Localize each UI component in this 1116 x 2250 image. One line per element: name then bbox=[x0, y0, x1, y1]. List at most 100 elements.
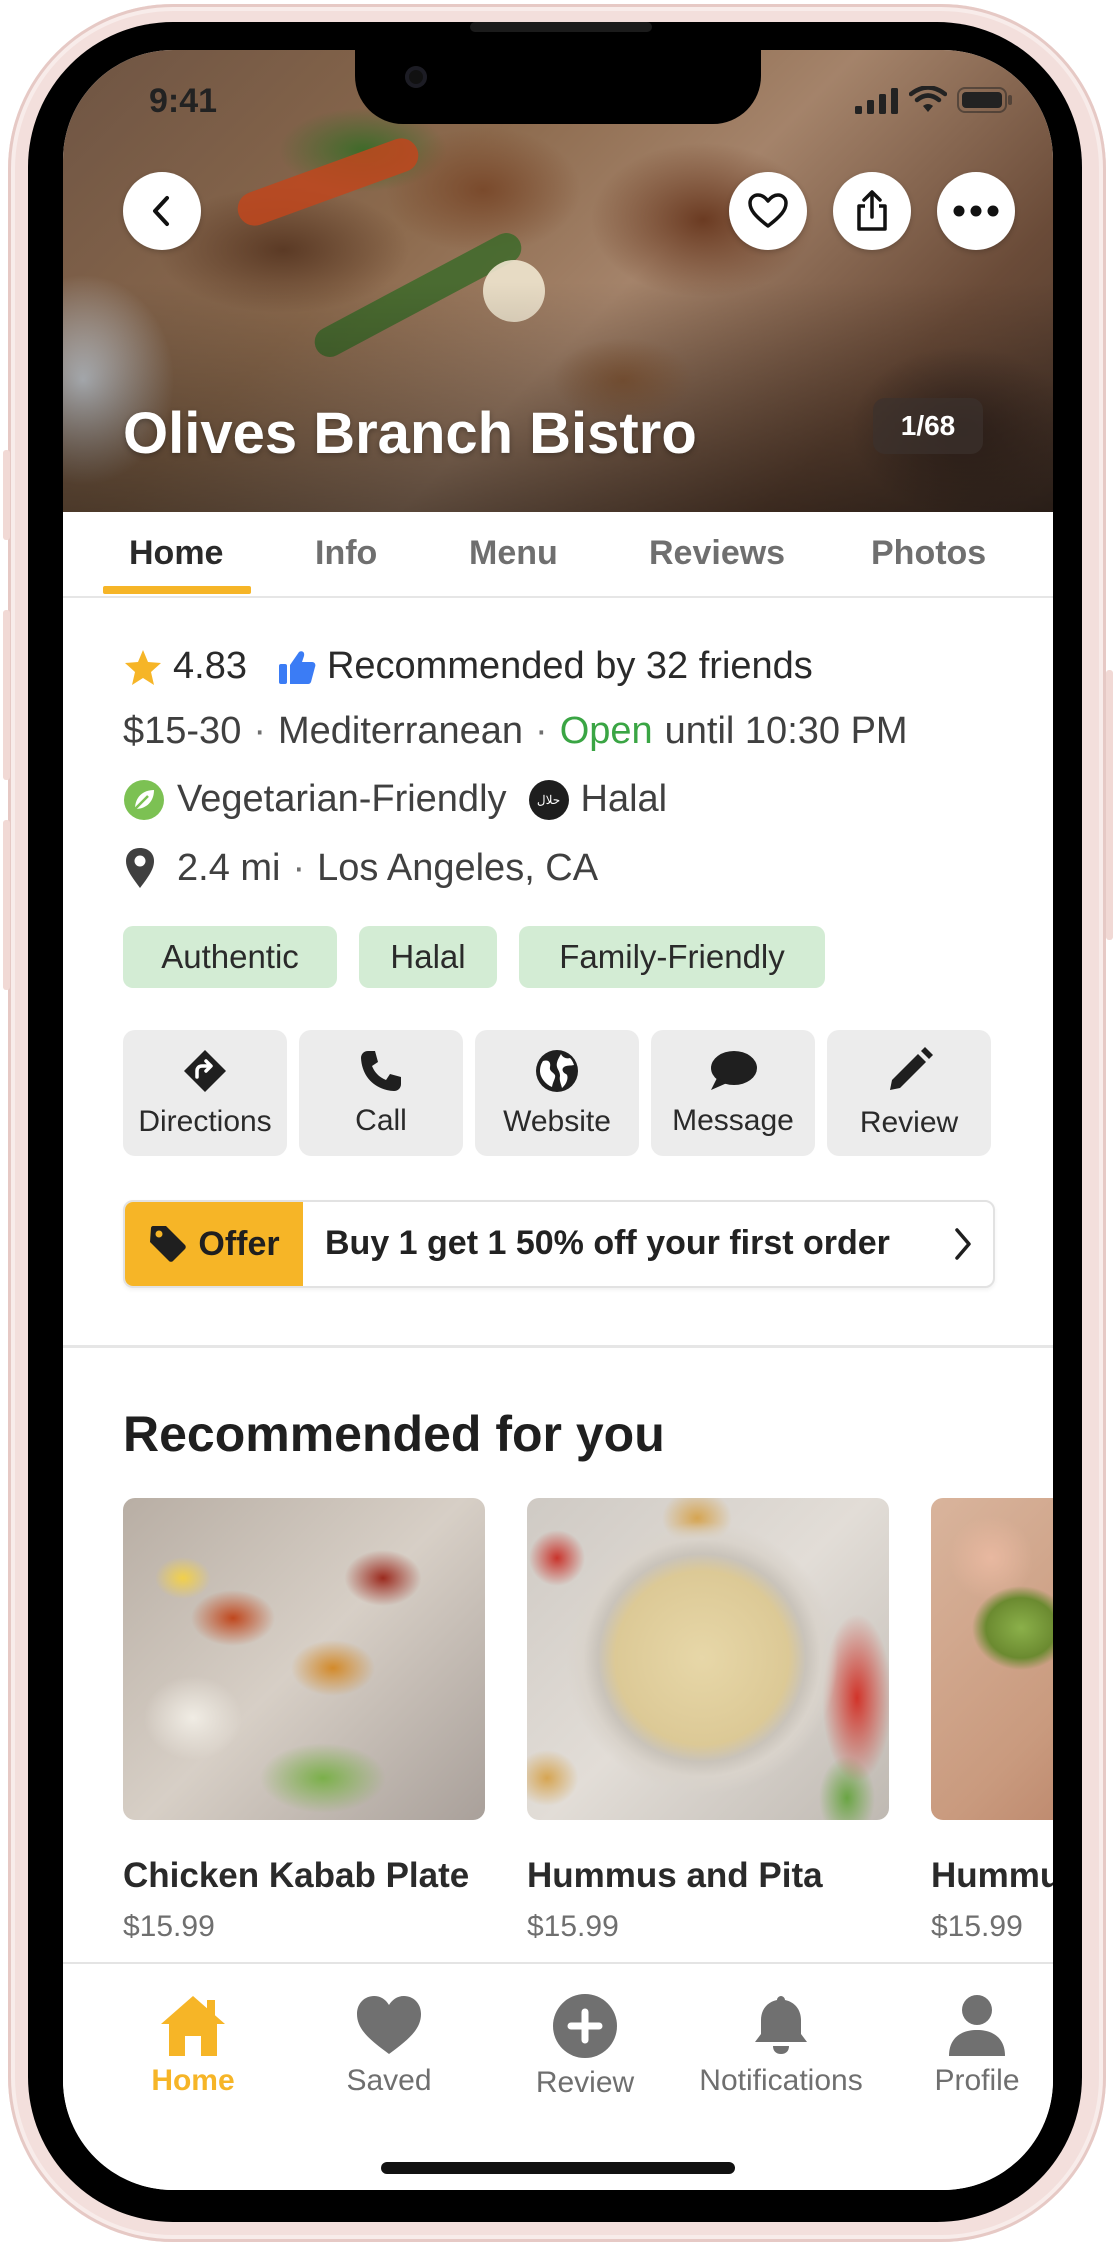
wifi-icon bbox=[909, 86, 947, 112]
share-icon bbox=[857, 190, 887, 231]
review-label: Review bbox=[859, 1106, 959, 1139]
tag-family-friendly[interactable]: Family-Friendly bbox=[519, 926, 825, 988]
nav-home[interactable]: Home bbox=[103, 1992, 283, 2098]
separator-dot: · bbox=[535, 710, 548, 752]
directions-label: Directions bbox=[138, 1105, 272, 1138]
nav-saved[interactable]: Saved bbox=[299, 1992, 479, 2098]
message-button[interactable]: Message bbox=[651, 1030, 815, 1156]
nav-notifications[interactable]: Notifications bbox=[691, 1992, 871, 2098]
separator-dot: · bbox=[253, 710, 266, 752]
pencil-icon bbox=[890, 1047, 933, 1090]
photo-counter: 1/68 bbox=[873, 398, 983, 454]
offer-banner[interactable]: Offer Buy 1 get 1 50% off your first ord… bbox=[123, 1200, 995, 1288]
star-icon bbox=[125, 649, 161, 685]
share-button[interactable] bbox=[833, 172, 911, 250]
bottom-navigation: Home Saved Review Notifications Profile bbox=[63, 1962, 1053, 2190]
battery-icon bbox=[957, 87, 1012, 113]
nav-home-label: Home bbox=[151, 2064, 235, 2097]
tab-menu[interactable]: Menu bbox=[469, 534, 558, 573]
add-circle-icon bbox=[553, 1994, 617, 2058]
user-icon bbox=[949, 1995, 1005, 2056]
halal-icon: حلال bbox=[528, 779, 569, 820]
section-title-recommended: Recommended for you bbox=[123, 1406, 665, 1462]
nav-review-label: Review bbox=[535, 2066, 635, 2099]
tab-reviews[interactable]: Reviews bbox=[649, 534, 785, 573]
leaf-icon bbox=[124, 779, 164, 820]
dish-name: Hummus and Pita bbox=[527, 1856, 823, 1895]
location-row[interactable]: 2.4 mi · Los Angeles, CA bbox=[123, 846, 598, 890]
tag-icon bbox=[150, 1226, 187, 1262]
opening-hours: until 10:30 PM bbox=[664, 710, 908, 752]
write-review-button[interactable]: Review bbox=[827, 1030, 991, 1156]
call-label: Call bbox=[355, 1104, 407, 1137]
speaker-grille bbox=[470, 22, 652, 32]
dish-name: Hummus bbox=[931, 1856, 1053, 1895]
hero-gradient bbox=[63, 282, 1053, 512]
phone-icon bbox=[361, 1051, 401, 1091]
rating-row: 4.83 Recommended by 32 friends bbox=[123, 645, 813, 688]
dish-name: Chicken Kabab Plate bbox=[123, 1856, 470, 1895]
nav-saved-label: Saved bbox=[346, 2064, 432, 2097]
recommended-friends[interactable]: Recommended by 32 friends bbox=[327, 645, 813, 688]
call-button[interactable]: Call bbox=[299, 1030, 463, 1156]
notch bbox=[355, 50, 761, 124]
power-button bbox=[1106, 670, 1113, 940]
hero-food-detail bbox=[232, 133, 424, 231]
price-cuisine-hours-row: $15-30 · Mediterranean · Open until 10:3… bbox=[123, 710, 908, 753]
tag-authentic[interactable]: Authentic bbox=[123, 926, 337, 988]
dish-image-hummus[interactable] bbox=[527, 1498, 889, 1820]
offer-badge-label: Offer bbox=[198, 1224, 280, 1263]
message-label: Message bbox=[672, 1104, 794, 1137]
nav-notifications-label: Notifications bbox=[699, 2064, 863, 2097]
front-camera bbox=[405, 66, 427, 88]
chevron-right-icon bbox=[955, 1228, 971, 1260]
distance: 2.4 mi bbox=[177, 846, 281, 889]
home-indicator bbox=[381, 2162, 735, 2174]
halal-label: Halal bbox=[580, 778, 668, 820]
price-range: $15-30 bbox=[123, 710, 242, 752]
section-divider bbox=[63, 1345, 1053, 1348]
nav-profile-label: Profile bbox=[934, 2064, 1020, 2097]
heart-icon bbox=[357, 1996, 421, 2054]
tab-photos[interactable]: Photos bbox=[871, 534, 986, 573]
tab-info[interactable]: Info bbox=[315, 534, 377, 573]
signal-icon bbox=[855, 88, 898, 114]
app-screen: 9:41 Olives Branch Bistro 1/68 Home Info… bbox=[63, 50, 1053, 2190]
map-pin-icon bbox=[126, 848, 154, 888]
status-icons bbox=[855, 86, 1013, 114]
dish-image-falafel[interactable] bbox=[931, 1498, 1053, 1820]
globe-icon bbox=[536, 1050, 578, 1092]
back-icon bbox=[153, 196, 169, 226]
directions-button[interactable]: Directions bbox=[123, 1030, 287, 1156]
thumbs-up-icon bbox=[278, 650, 316, 684]
tab-active-indicator bbox=[103, 586, 251, 594]
vegetarian-friendly-label: Vegetarian-Friendly bbox=[177, 778, 507, 820]
volume-down-button bbox=[3, 820, 10, 990]
nav-profile[interactable]: Profile bbox=[887, 1992, 1053, 2098]
status-time: 9:41 bbox=[149, 82, 218, 120]
message-icon bbox=[711, 1051, 757, 1090]
mute-switch bbox=[3, 450, 10, 540]
directions-icon bbox=[184, 1050, 226, 1092]
more-icon bbox=[953, 205, 999, 217]
bell-icon bbox=[755, 1996, 807, 2054]
city-location: Los Angeles, CA bbox=[317, 846, 599, 889]
dish-price: $15.99 bbox=[123, 1910, 215, 1943]
home-icon bbox=[161, 1996, 225, 2056]
offer-text: Buy 1 get 1 50% off your first order bbox=[325, 1224, 890, 1262]
cuisine-type: Mediterranean bbox=[277, 710, 524, 752]
dish-price: $15.99 bbox=[931, 1910, 1023, 1943]
more-options-button[interactable] bbox=[937, 172, 1015, 250]
dish-image-chicken-kabab[interactable] bbox=[123, 1498, 485, 1820]
heart-icon bbox=[748, 193, 788, 228]
website-button[interactable]: Website bbox=[475, 1030, 639, 1156]
tag-halal[interactable]: Halal bbox=[359, 926, 497, 988]
nav-review[interactable]: Review bbox=[495, 1992, 675, 2100]
dietary-row: Vegetarian-Friendly حلال Halal bbox=[123, 778, 667, 821]
tab-home[interactable]: Home bbox=[129, 534, 223, 573]
back-button[interactable] bbox=[123, 172, 201, 250]
dish-price: $15.99 bbox=[527, 1910, 619, 1943]
favorite-button[interactable] bbox=[729, 172, 807, 250]
website-label: Website bbox=[503, 1105, 611, 1138]
offer-badge: Offer bbox=[125, 1202, 303, 1286]
